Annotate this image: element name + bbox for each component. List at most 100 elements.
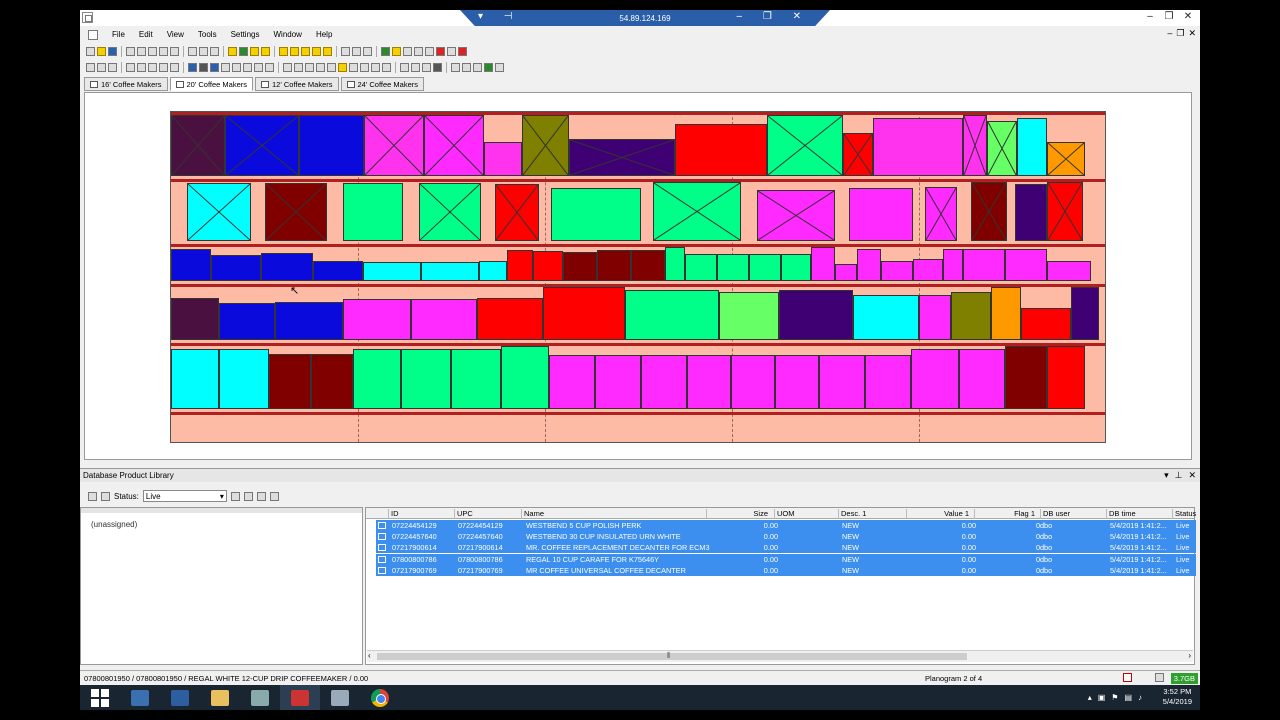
product-facing[interactable]: [873, 118, 963, 176]
col-upc[interactable]: UPC: [454, 509, 473, 519]
product-facing[interactable]: [477, 298, 543, 340]
product-facing[interactable]: [687, 355, 731, 409]
marker-icon[interactable]: [473, 62, 482, 72]
product-facing[interactable]: [717, 254, 749, 281]
play-icon[interactable]: [283, 62, 292, 72]
position-icon[interactable]: [414, 46, 423, 56]
print-preview-icon[interactable]: [199, 46, 208, 56]
product-facing[interactable]: [849, 188, 913, 241]
redo-icon[interactable]: [170, 46, 179, 56]
zoom-selection-icon[interactable]: [148, 62, 157, 72]
restore-icon[interactable]: ❐: [1161, 11, 1177, 24]
scroll-thumb[interactable]: [377, 653, 967, 660]
pencil-icon[interactable]: [458, 46, 467, 56]
product-facing[interactable]: [261, 253, 313, 281]
product-facing[interactable]: [1005, 249, 1047, 281]
library-filter-icon[interactable]: [101, 491, 110, 501]
product-facing[interactable]: [819, 355, 865, 409]
block-icon[interactable]: [433, 62, 442, 72]
align-right-icon[interactable]: [327, 62, 336, 72]
product-facing[interactable]: [265, 183, 327, 241]
rdp-window-controls[interactable]: ‒ ❐ ✕: [737, 11, 810, 22]
product-facing[interactable]: [1047, 142, 1085, 176]
product-facing[interactable]: [595, 355, 641, 409]
col-uom[interactable]: UOM: [774, 509, 795, 519]
product-facing[interactable]: [767, 115, 843, 176]
product-facing[interactable]: [631, 250, 665, 281]
product-facing[interactable]: [919, 295, 951, 340]
product-facing[interactable]: [749, 254, 781, 281]
taskbar-chrome[interactable]: [360, 685, 400, 710]
product-facing[interactable]: [731, 355, 775, 409]
product-facing[interactable]: [343, 299, 411, 340]
bottle-icon[interactable]: [436, 46, 445, 56]
shelf-2[interactable]: [171, 244, 1105, 247]
taskbar-file-explorer[interactable]: [200, 685, 240, 710]
more-icon[interactable]: [495, 62, 504, 72]
col-size[interactable]: Size: [706, 509, 771, 519]
product-facing[interactable]: [865, 355, 911, 409]
taskbar-planogram-app[interactable]: [280, 685, 320, 710]
taskbar-tools[interactable]: [320, 685, 360, 710]
panel-close-icon[interactable]: ✕: [1188, 470, 1196, 481]
product-facing[interactable]: [401, 349, 451, 409]
col-desc1[interactable]: Desc. 1: [838, 509, 866, 519]
measure-icon[interactable]: [403, 46, 412, 56]
table-row[interactable]: 07224454129 07224454129 WESTBEND 5 CUP POL…: [376, 520, 1196, 531]
tray-flag-icon[interactable]: ⚑: [1111, 693, 1118, 702]
product-grid[interactable]: ID UPC Name Size UOM Desc. 1 Value 1 Fla…: [365, 507, 1196, 665]
zoom-fit-icon[interactable]: [86, 62, 95, 72]
new-icon[interactable]: [86, 46, 95, 56]
product-facing[interactable]: [484, 142, 522, 176]
highlight-icon[interactable]: [261, 46, 270, 56]
product-facing[interactable]: [225, 115, 299, 176]
shelf-1[interactable]: [171, 179, 1105, 182]
product-facing[interactable]: [501, 346, 549, 409]
product-facing[interactable]: [597, 250, 631, 281]
product-facing[interactable]: [853, 295, 919, 340]
product-facing[interactable]: [719, 292, 779, 340]
table-row[interactable]: 07800800786 07800800786 REGAL 10 CUP CARAF…: [376, 553, 1196, 565]
product-facing[interactable]: [1015, 184, 1047, 241]
delete-icon[interactable]: [230, 491, 240, 501]
shelf-4[interactable]: [171, 343, 1105, 346]
product-facing[interactable]: [1005, 346, 1047, 409]
product-facing[interactable]: [451, 349, 501, 409]
product-facing[interactable]: [311, 354, 353, 409]
distribute-icon[interactable]: [338, 62, 347, 72]
product-facing[interactable]: [275, 302, 343, 340]
status-error-icon[interactable]: [1123, 673, 1132, 682]
zoom-dropdown-icon[interactable]: [170, 62, 179, 72]
product-facing[interactable]: [424, 115, 484, 176]
tray-action-icon[interactable]: ▤: [1124, 693, 1132, 702]
product-facing[interactable]: [353, 349, 401, 409]
product-facing[interactable]: [959, 349, 1005, 409]
product-facing[interactable]: [419, 183, 481, 241]
product-facing[interactable]: [843, 133, 873, 176]
tab-20-coffee-makers[interactable]: 20' Coffee Makers: [169, 77, 253, 91]
menu-file[interactable]: File: [112, 30, 125, 39]
globe-icon[interactable]: [239, 46, 248, 56]
find-icon[interactable]: [269, 491, 279, 501]
shelf-base[interactable]: [171, 412, 1105, 415]
document-menu-icon[interactable]: [88, 29, 98, 40]
zoom-height-icon[interactable]: [137, 62, 146, 72]
menu-help[interactable]: Help: [316, 30, 332, 39]
product-facing[interactable]: [811, 247, 835, 281]
product-facing[interactable]: [479, 261, 507, 281]
product-facing[interactable]: [665, 247, 685, 281]
table-icon[interactable]: [352, 46, 361, 56]
table-row[interactable]: 07217900769 07217900769 MR COFFEE UNIVERSA…: [376, 564, 1196, 576]
product-facing[interactable]: [971, 182, 1007, 241]
product-facing[interactable]: [563, 252, 597, 281]
product-facing[interactable]: [925, 187, 957, 241]
product-facing[interactable]: [299, 115, 364, 176]
view-labels-icon[interactable]: [254, 62, 263, 72]
product-facing[interactable]: [171, 349, 219, 409]
col-db-time[interactable]: DB time: [1106, 509, 1136, 519]
product-facing[interactable]: [171, 249, 211, 281]
panel-pin-icon[interactable]: ⊥: [1175, 470, 1183, 481]
product-facing[interactable]: [569, 139, 675, 176]
status-printer-icon[interactable]: [1155, 673, 1164, 682]
menu-window[interactable]: Window: [273, 30, 301, 39]
